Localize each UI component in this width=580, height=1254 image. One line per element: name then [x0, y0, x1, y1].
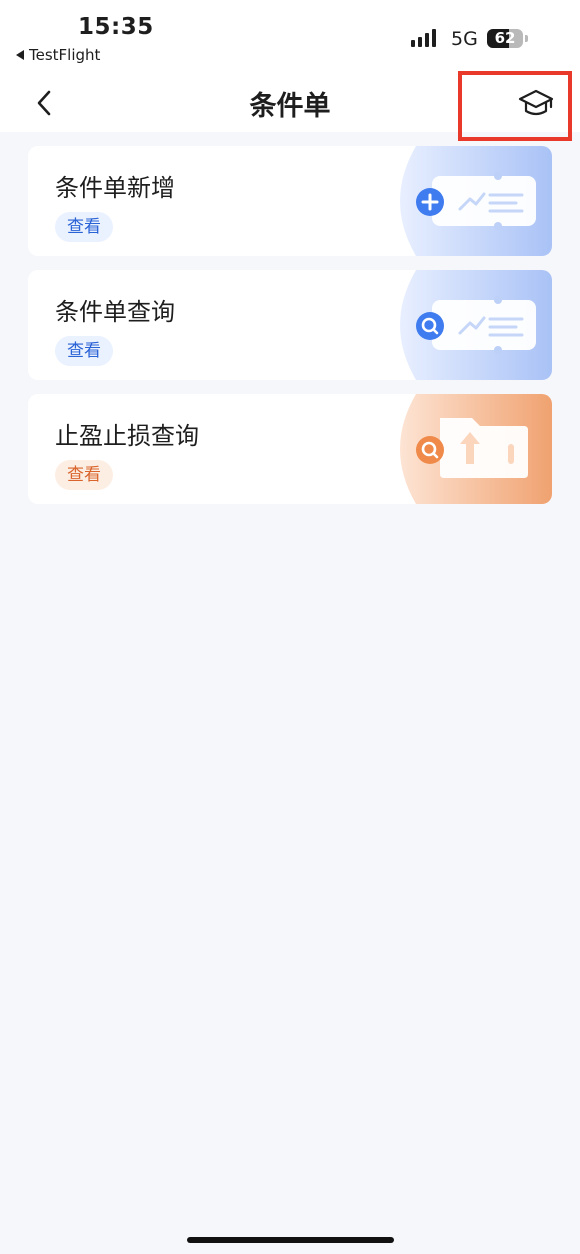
- card-add-condition-order[interactable]: 条件单新增 查看: [28, 146, 552, 256]
- query-order-illustration: [400, 270, 552, 380]
- cellular-signal-icon: [411, 29, 436, 47]
- back-to-app-link[interactable]: TestFlight: [16, 46, 100, 64]
- card-take-profit-stop-loss-query[interactable]: 止盈止损查询 查看: [28, 394, 552, 504]
- card-list: 条件单新增 查看 条件单查询 查看 止盈止损查询 查看: [28, 146, 552, 518]
- battery-icon: 62: [487, 29, 523, 48]
- status-time: 15:35: [78, 14, 154, 40]
- add-order-illustration: [400, 146, 552, 256]
- view-tag-button[interactable]: 查看: [55, 212, 113, 242]
- nav-bar: 条件单: [0, 71, 580, 141]
- network-type: 5G: [451, 28, 478, 50]
- card-title: 止盈止损查询: [55, 422, 199, 450]
- status-bar: 15:35 TestFlight 5G 62: [0, 0, 580, 72]
- home-indicator: [187, 1237, 394, 1243]
- view-tag-button[interactable]: 查看: [55, 460, 113, 490]
- screen: 15:35 TestFlight 5G 62 条件单 条件单新增 查看 条件单查…: [0, 0, 580, 1254]
- back-triangle-icon: [16, 50, 24, 60]
- search-icon: [416, 312, 444, 340]
- graduation-cap-icon: [518, 89, 554, 116]
- battery-cap: [525, 35, 528, 42]
- view-tag-button[interactable]: 查看: [55, 336, 113, 366]
- card-title: 条件单查询: [55, 298, 175, 326]
- card-title: 条件单新增: [55, 174, 175, 202]
- card-query-condition-order[interactable]: 条件单查询 查看: [28, 270, 552, 380]
- back-app-label: TestFlight: [29, 46, 101, 64]
- learn-button-highlight[interactable]: [458, 71, 572, 141]
- search-icon: [416, 436, 444, 464]
- profit-loss-illustration: [400, 394, 552, 504]
- battery-percent: 62: [494, 29, 516, 47]
- add-icon: [416, 188, 444, 216]
